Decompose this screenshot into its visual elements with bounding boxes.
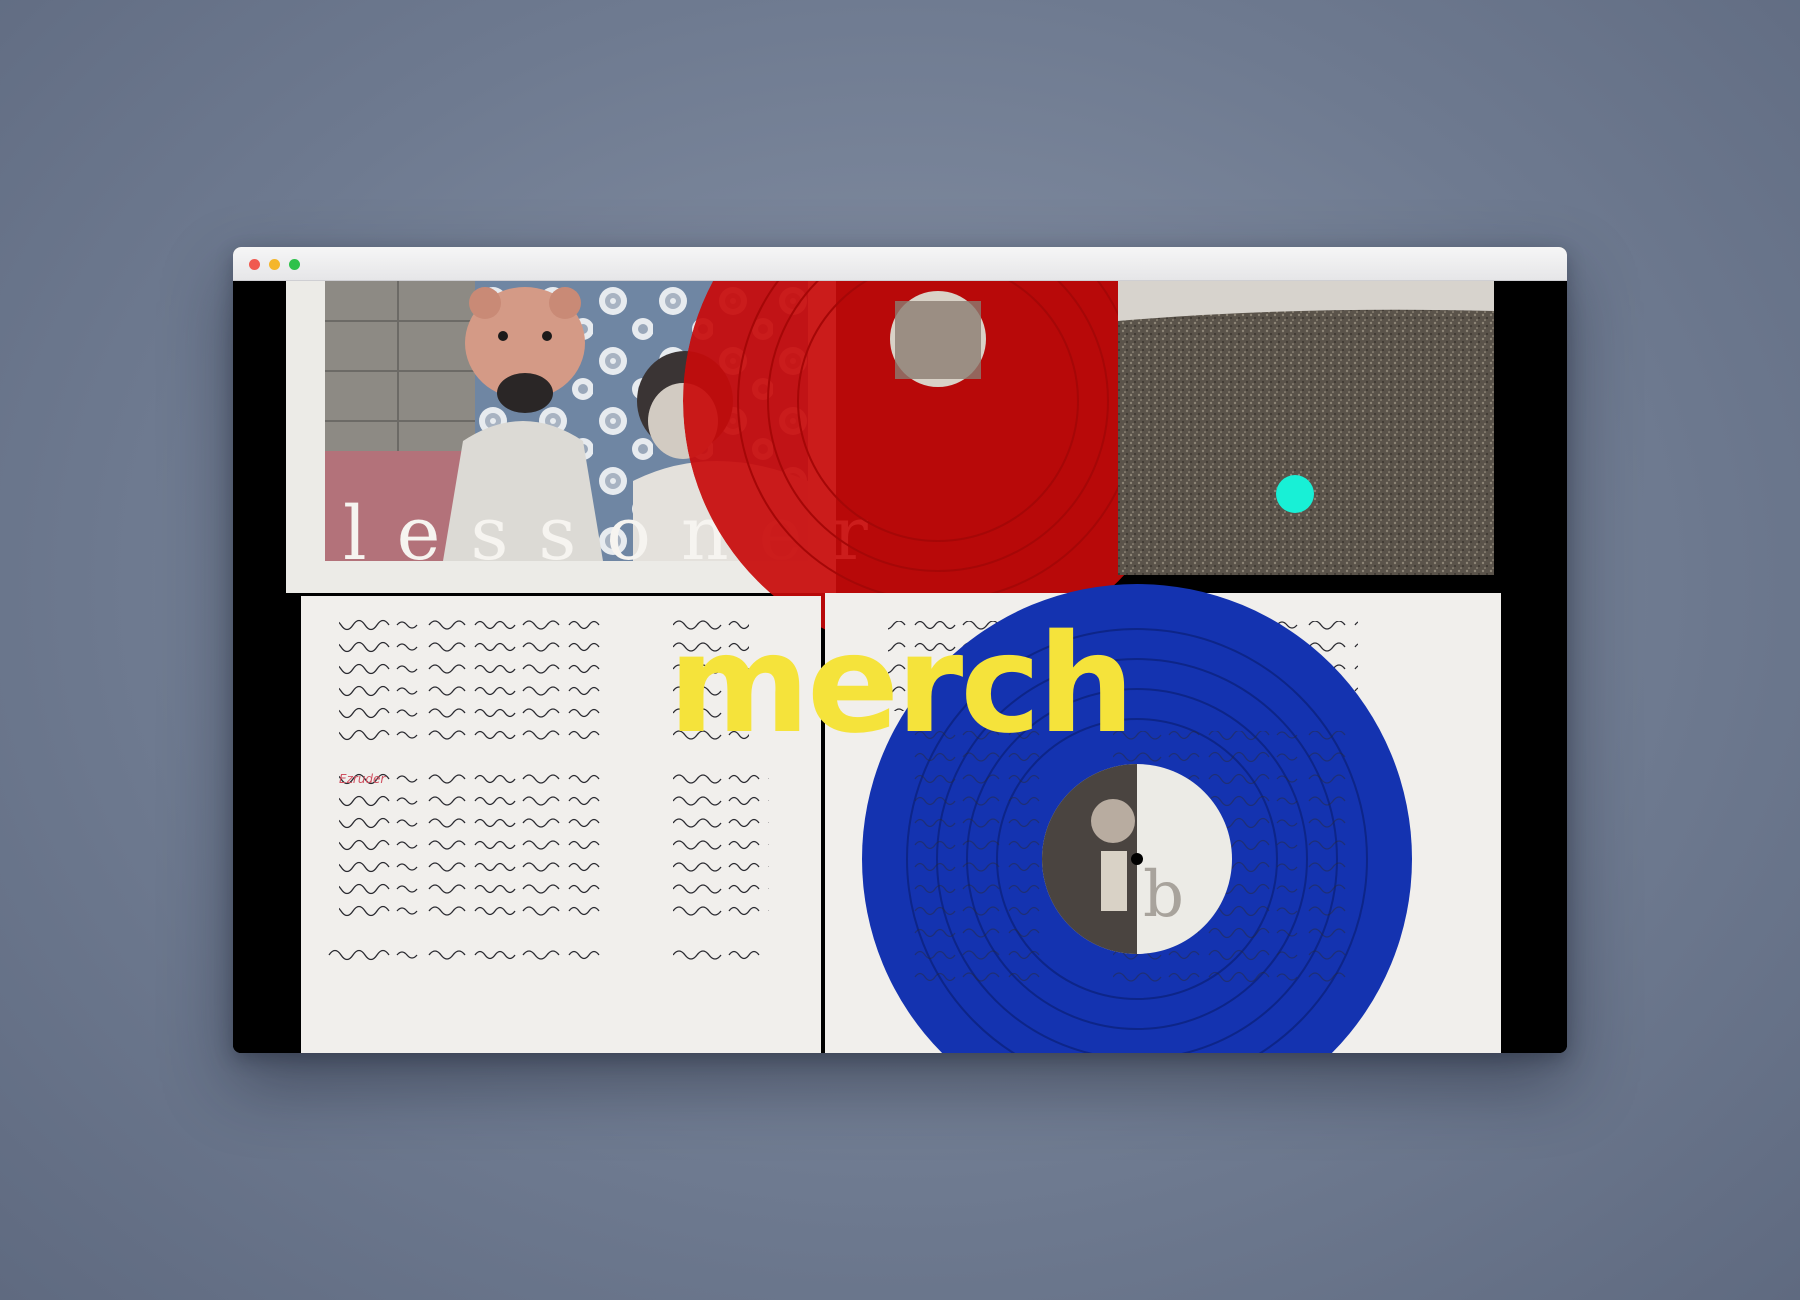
page-title[interactable]: merch [233, 617, 1567, 753]
window-titlebar [233, 247, 1567, 281]
close-window-button[interactable] [249, 259, 260, 270]
minimize-window-button[interactable] [269, 259, 280, 270]
field-photo [1118, 281, 1494, 575]
svg-text:b: b [1143, 858, 1184, 932]
zoom-window-button[interactable] [289, 259, 300, 270]
page-viewport: lessoner Ezruder b merch [233, 281, 1567, 1053]
svg-text:Ezruder: Ezruder [339, 772, 386, 786]
cursor-icon [1276, 475, 1314, 513]
browser-window: lessoner Ezruder b merch [233, 247, 1567, 1053]
